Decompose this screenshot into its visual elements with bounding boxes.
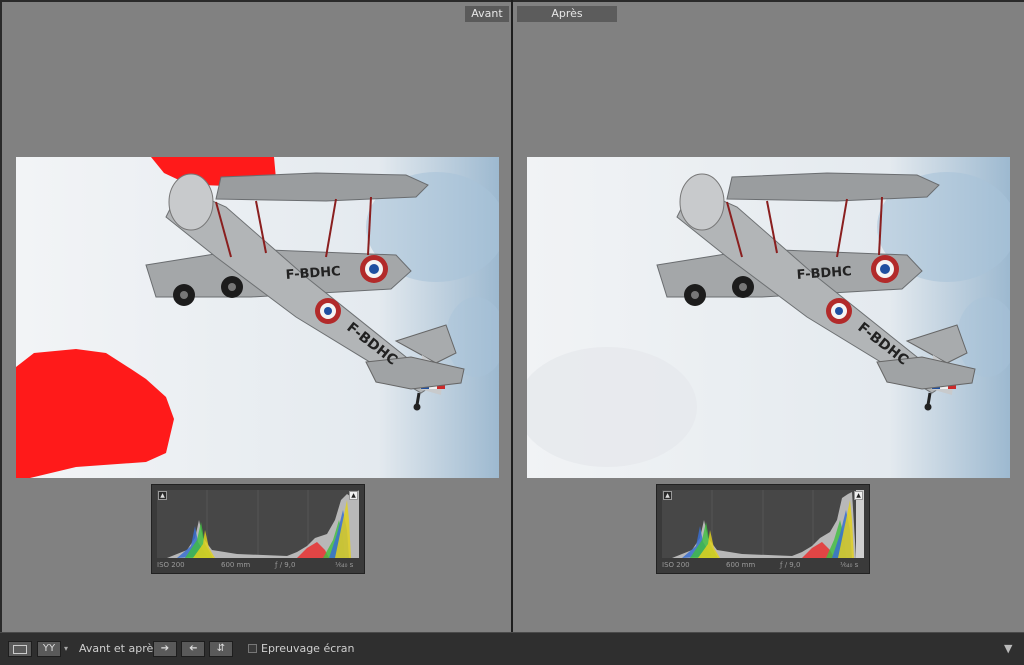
aperture-value: ƒ / 9,0	[780, 561, 801, 569]
focal-length-value: 600 mm	[221, 561, 251, 569]
histogram-before: ▲ ▲ ISO 200 600 mm ƒ / 9,0 ¹⁄₆₄₀ s	[151, 484, 365, 574]
aperture-value: ƒ / 9,0	[275, 561, 296, 569]
biplane-photo-after: F-BDHC F-BDHC	[527, 157, 1010, 478]
before-tab[interactable]: Avant	[465, 6, 509, 22]
arrow-right-icon: ➔	[160, 643, 170, 654]
shutter-value: ¹⁄₆₄₀ s	[840, 561, 859, 569]
swap-before-after-button[interactable]: ⇵	[209, 641, 233, 657]
iso-value: ISO 200	[662, 561, 690, 569]
after-photo[interactable]: F-BDHC F-BDHC	[527, 157, 1010, 478]
toolbar-options-chevron-icon[interactable]: ▼	[1004, 642, 1012, 655]
histogram-after: ▲ ▲ ISO 200 600 mm ƒ / 9,0 ¹⁄₆₄₀ s	[656, 484, 870, 574]
single-view-icon	[13, 645, 27, 654]
soft-proof-label: Epreuvage écran	[261, 642, 355, 655]
histogram-plot	[157, 490, 359, 558]
after-pane: Après F-BDHC F-BDHC ▲ ▲ ISO 200 600 mm ƒ…	[513, 0, 1024, 632]
after-tab[interactable]: Après	[517, 6, 617, 22]
iso-value: ISO 200	[157, 561, 185, 569]
before-photo[interactable]: F-BDHC F-BDHC	[16, 157, 499, 478]
copy-after-to-before-button[interactable]: ➔	[181, 641, 205, 657]
soft-proof-checkbox[interactable]	[248, 644, 257, 653]
histogram-plot	[662, 490, 864, 558]
before-pane: Avant F-BDHC F-BDHC ▲ ▲ ISO 200 600 mm ƒ…	[0, 0, 511, 632]
highlight-clipping-toggle[interactable]: ▲	[349, 491, 358, 500]
highlight-clipping-toggle[interactable]: ▲	[854, 491, 863, 500]
focal-length-value: 600 mm	[726, 561, 756, 569]
arrow-left-icon: ➔	[188, 643, 198, 654]
chevron-down-icon[interactable]: ▾	[64, 644, 68, 653]
loupe-view-button[interactable]	[8, 641, 32, 657]
shadow-clipping-toggle[interactable]: ▲	[663, 491, 672, 500]
shadow-clipping-toggle[interactable]: ▲	[158, 491, 167, 500]
copy-before-to-after-button[interactable]: ➔	[153, 641, 177, 657]
bottom-toolbar: YY ▾ Avant et après : ➔ ➔ ⇵ Epreuvage éc…	[0, 632, 1024, 665]
shutter-value: ¹⁄₆₄₀ s	[335, 561, 354, 569]
swap-icon: ⇵	[216, 643, 226, 654]
biplane-photo-before: F-BDHC F-BDHC	[16, 157, 499, 478]
before-after-view-button[interactable]: YY	[37, 641, 61, 657]
